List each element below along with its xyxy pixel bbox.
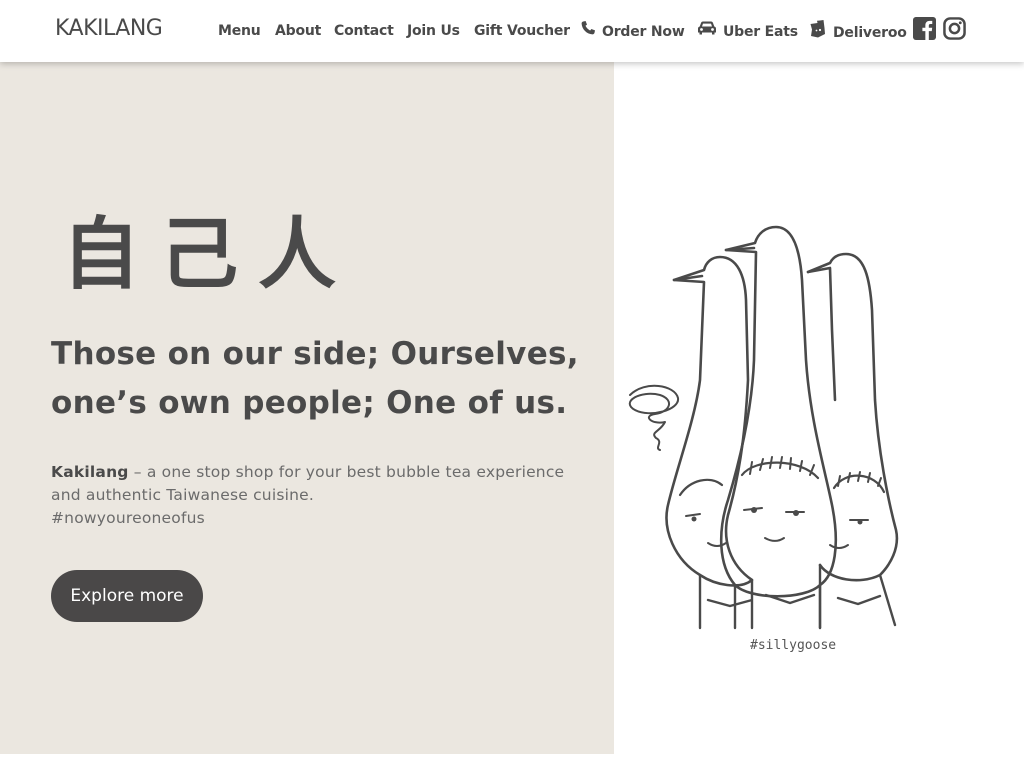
hero-brand-name: Kakilang [51, 463, 129, 481]
hero-description-text: – a one stop shop for your best bubble t… [51, 463, 565, 504]
nav-contact[interactable]: Contact [334, 20, 394, 42]
hero-tagline: Those on our side; Ourselves, one’s own … [51, 330, 591, 428]
hero-hashtag: #nowyoureoneofus [51, 509, 205, 527]
nav-join-us[interactable]: Join Us [407, 20, 460, 42]
nav-deliveroo[interactable]: Deliveroo [809, 20, 907, 45]
nav-uber-eats[interactable]: Uber Eats [697, 20, 798, 43]
phone-icon [580, 20, 596, 43]
site-header: KAKILANG Menu About Contact Join Us Gift… [0, 0, 1024, 62]
nav-order-now-label: Order Now [602, 23, 685, 40]
hero-chinese-title: 自己人 [62, 209, 357, 300]
nav-gift-voucher[interactable]: Gift Voucher [474, 20, 570, 42]
hero-description: Kakilang – a one stop shop for your best… [51, 461, 571, 530]
hero-tagline-line-2: one’s own people; One of us. [51, 385, 568, 421]
illustration-caption: #sillygoose [750, 638, 837, 653]
nav-deliveroo-label: Deliveroo [833, 24, 907, 41]
hero-tagline-line-1: Those on our side; Ourselves, [51, 336, 579, 372]
car-icon [697, 20, 717, 43]
nav-order-now[interactable]: Order Now [580, 20, 685, 43]
goose-illustration [616, 222, 906, 638]
page-bottom-strip [0, 754, 1024, 768]
instagram-link[interactable] [943, 17, 966, 44]
explore-more-button[interactable]: Explore more [51, 570, 203, 622]
nav-about[interactable]: About [275, 20, 321, 42]
nav-uber-eats-label: Uber Eats [723, 23, 798, 40]
instagram-icon [943, 17, 966, 44]
deliveroo-icon [809, 20, 827, 45]
site-logo[interactable]: KAKILANG [55, 16, 163, 41]
facebook-link[interactable] [913, 17, 936, 44]
facebook-icon [913, 17, 936, 44]
nav-menu[interactable]: Menu [218, 20, 261, 42]
